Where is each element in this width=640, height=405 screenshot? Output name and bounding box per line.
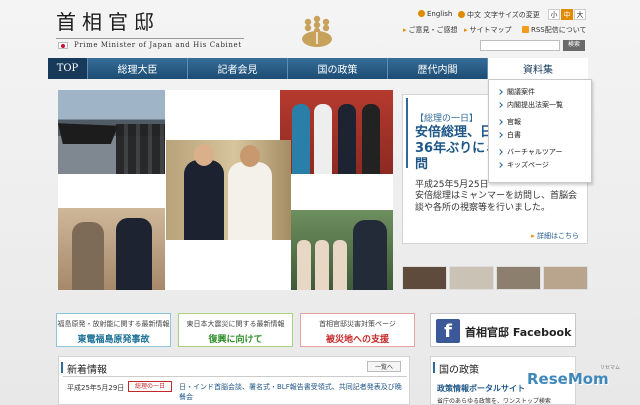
nav-documents[interactable]: 資料集 — [488, 58, 588, 79]
news-title: 新着情報 — [61, 361, 107, 376]
photo-meeting — [58, 208, 165, 290]
font-size-large-button[interactable]: 大 — [574, 9, 586, 20]
news-item-link[interactable]: 日・インド首脳会談、署名式・BLF報告書受領式、共同記者発表及び晩餐会 — [179, 382, 407, 402]
logo-divider — [56, 38, 244, 39]
site-logo-title[interactable]: 首相官邸 — [56, 6, 160, 35]
menu-item-official-gazette[interactable]: 官報 — [489, 116, 591, 129]
feature-tag: 【総理の一日】 — [415, 114, 479, 124]
photo-children — [291, 210, 393, 290]
arrow-right-icon: ▸ — [403, 26, 407, 34]
feature-date: 平成25年5月25日 — [415, 180, 489, 190]
facebook-icon: f — [436, 319, 460, 343]
policy-description: 省庁のあらゆる政策を、ワンストップ検索 — [437, 398, 551, 405]
bullet-icon — [418, 10, 425, 17]
japan-flag-icon — [58, 42, 68, 49]
main-nav: TOP 総理大臣 記者会見 国の政策 歴代内閣 資料集 — [48, 58, 588, 79]
bullet-icon — [458, 11, 465, 18]
banner-fukushima[interactable]: 福島原発・放射能に関する最新情報 東電福島原発事故 — [56, 313, 171, 347]
feature-body: 安倍総理はミャンマーを訪問し、首脳会談や各所の視察等を行いました。 — [415, 191, 578, 213]
site-logo-subtitle: Prime Minister of Japan and His Cabinet — [74, 41, 242, 49]
thumbnail[interactable] — [449, 266, 494, 290]
policy-title: 国の政策 — [433, 361, 479, 376]
font-size-medium-button[interactable]: 中 — [561, 9, 573, 20]
photo-ship-visit — [58, 90, 165, 174]
divider — [63, 376, 407, 377]
news-view-all-button[interactable]: 一覧へ — [367, 361, 401, 372]
documents-dropdown-menu: 閣議案件 内閣提出法案一覧 官報 白書 バーチャルツアー キッズページ — [488, 79, 592, 183]
font-size-label: 文字サイズの変更 — [484, 11, 540, 19]
sitemap-link[interactable]: ▸ サイトマップ — [464, 25, 512, 35]
news-category-badge: 総理の一日 — [128, 381, 172, 392]
resemom-watermark: ReseMom — [527, 370, 609, 388]
arrow-right-icon: ▸ — [464, 26, 468, 34]
font-size-small-button[interactable]: 小 — [548, 9, 560, 20]
rss-icon — [522, 26, 529, 33]
menu-item-virtual-tour[interactable]: バーチャルツアー — [489, 146, 591, 159]
photo-group-red-background — [280, 90, 393, 174]
paulownia-emblem-icon — [302, 15, 332, 47]
header: 首相官邸 Prime Minister of Japan and His Cab… — [0, 0, 640, 56]
thumbnail[interactable] — [543, 266, 588, 290]
nav-policies[interactable]: 国の政策 — [288, 58, 388, 79]
thumbnail[interactable] — [496, 266, 541, 290]
news-date: 平成25年5月29日 — [67, 384, 125, 392]
facebook-banner[interactable]: f 首相官邸 Facebook — [430, 313, 576, 347]
news-panel: 新着情報 一覧へ 平成25年5月29日 総理の一日 日・インド首脳会談、署名式・… — [58, 356, 410, 405]
thumbnail[interactable] — [402, 266, 447, 290]
photo-handshake — [166, 140, 291, 240]
english-link[interactable]: English — [418, 10, 452, 18]
rss-link[interactable]: RSS配信について — [522, 25, 587, 35]
menu-item-cabinet-decisions[interactable]: 閣議案件 — [489, 86, 591, 99]
search-input[interactable] — [480, 40, 560, 51]
menu-item-cabinet-bills[interactable]: 内閣提出法案一覧 — [489, 99, 591, 112]
feature-thumbnails — [402, 266, 588, 290]
chinese-link[interactable]: 中文 — [458, 10, 481, 20]
feature-more-link[interactable]: ▸ 詳細はこちら — [531, 231, 579, 241]
nav-prime-minister[interactable]: 総理大臣 — [88, 58, 188, 79]
menu-item-kids-page[interactable]: キッズページ — [489, 159, 591, 172]
banner-disaster-support[interactable]: 首相官邸災害対策ページ 被災地への支援 — [300, 313, 415, 347]
nav-press-conference[interactable]: 記者会見 — [188, 58, 288, 79]
hero-photo-collage[interactable] — [58, 90, 393, 290]
search-button[interactable]: 検索 — [563, 40, 585, 51]
banner-reconstruction[interactable]: 東日本大震災に関する最新情報 復興に向けて — [178, 313, 293, 347]
nav-past-cabinets[interactable]: 歴代内閣 — [388, 58, 488, 79]
feedback-link[interactable]: ▸ ご意見・ご感想 — [403, 25, 458, 35]
policy-portal-link[interactable]: 政策情報ポータルサイト — [437, 383, 525, 394]
page: 首相官邸 Prime Minister of Japan and His Cab… — [0, 0, 640, 405]
nav-top[interactable]: TOP — [48, 58, 88, 79]
menu-item-white-papers[interactable]: 白書 — [489, 129, 591, 142]
